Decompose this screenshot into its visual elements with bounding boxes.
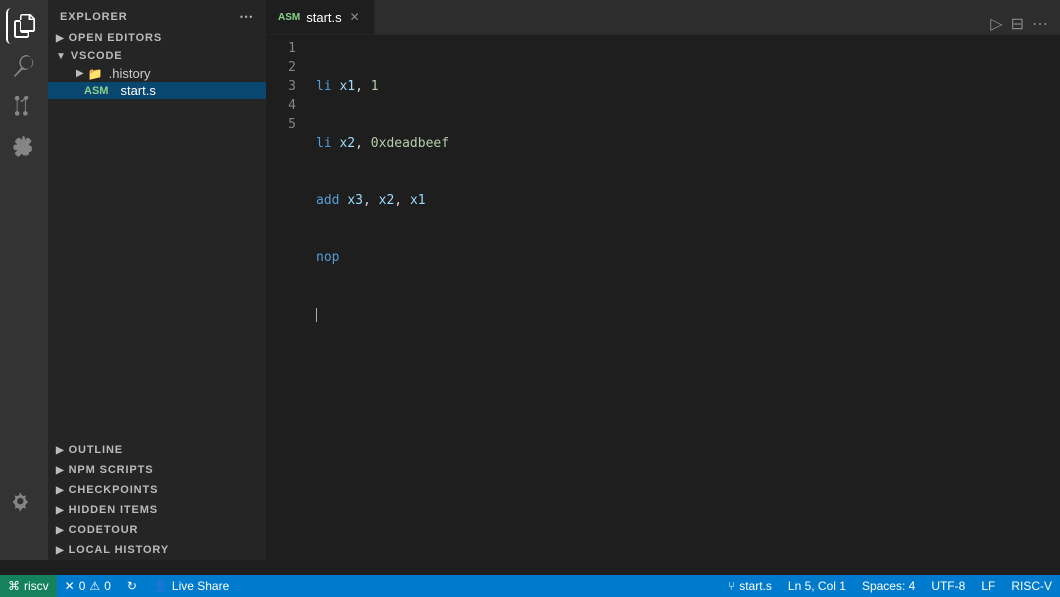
remote-label: riscv — [24, 579, 49, 593]
vscode-section-header[interactable]: ▼ VSCODE — [48, 47, 266, 65]
tab-start-s-label: start.s — [306, 10, 341, 25]
branch-label: start.s — [739, 579, 772, 593]
language-item[interactable]: RISC-V — [1003, 575, 1060, 597]
extensions-icon[interactable] — [6, 128, 42, 164]
npm-scripts-section[interactable]: ▶ NPM SCRIPTS — [48, 460, 266, 480]
code-line-1: li x1, 1 — [316, 77, 1050, 96]
sidebar-spacer — [48, 99, 266, 440]
npm-chevron: ▶ — [56, 465, 65, 476]
explorer-title-label: EXPLORER — [60, 11, 128, 23]
live-share-label: Live Share — [172, 579, 229, 593]
errors-warnings-item[interactable]: ✕ 0 ⚠ 0 — [57, 575, 119, 597]
encoding-item[interactable]: UTF-8 — [923, 575, 973, 597]
sidebar: EXPLORER ⋯ ▶ OPEN EDITORS ▼ VSCODE ▶ 📁 .… — [48, 0, 266, 560]
code-line-3: add x3, x2, x1 — [316, 191, 1050, 210]
open-editors-header[interactable]: ▶ OPEN EDITORS — [48, 29, 266, 47]
codetour-label: CODETOUR — [69, 524, 139, 536]
settings-icon[interactable] — [6, 484, 42, 520]
status-right: ⑂ start.s Ln 5, Col 1 Spaces: 4 UTF-8 LF… — [720, 575, 1060, 597]
activity-bar-bottom — [0, 484, 48, 520]
source-control-icon[interactable] — [6, 88, 42, 124]
branch-item[interactable]: ⑂ start.s — [720, 575, 780, 597]
error-icon: ✕ — [65, 579, 75, 593]
errors-count: 0 — [79, 579, 86, 593]
hidden-items-label: HIDDEN ITEMS — [69, 504, 158, 516]
sync-icon: ↻ — [127, 579, 137, 593]
folder-icon: 📁 — [88, 67, 103, 81]
language-label: RISC-V — [1011, 579, 1052, 593]
warnings-count: 0 — [104, 579, 111, 593]
history-label: .history — [109, 66, 151, 81]
vscode-label: VSCODE — [71, 50, 123, 62]
vscode-chevron: ▼ — [56, 51, 67, 62]
open-editors-chevron: ▶ — [56, 33, 65, 44]
status-bar: ⌘ riscv ✕ 0 ⚠ 0 ↻ 👤 Live Share ⑂ start.s… — [0, 575, 1060, 597]
tab-bar: ASM start.s ✕ ▷ ⊟ ⋯ — [266, 0, 1060, 35]
explorer-icon[interactable] — [6, 8, 42, 44]
line-ending-label: LF — [981, 579, 995, 593]
npm-label: NPM SCRIPTS — [69, 464, 154, 476]
spaces-label: Spaces: 4 — [862, 579, 915, 593]
code-line-5 — [316, 305, 1050, 324]
warning-icon: ⚠ — [89, 579, 100, 593]
run-icon[interactable]: ▷ — [990, 14, 1002, 34]
code-line-4: nop — [316, 248, 1050, 267]
live-share-item[interactable]: 👤 Live Share — [145, 575, 237, 597]
open-editors-label: OPEN EDITORS — [69, 32, 162, 44]
history-folder-item[interactable]: ▶ 📁 .history — [48, 65, 266, 82]
tab-asm-icon: ASM — [278, 12, 300, 23]
outline-label: OUTLINE — [69, 444, 123, 456]
local-history-label: LOCAL HISTORY — [69, 544, 169, 556]
status-left: ⌘ riscv ✕ 0 ⚠ 0 ↻ 👤 Live Share — [0, 575, 237, 597]
editor-area: ASM start.s ✕ ▷ ⊟ ⋯ 1 2 3 4 5 li x1, 1 l… — [266, 0, 1060, 560]
start-s-label: start.s — [120, 83, 155, 98]
checkpoints-section[interactable]: ▶ CHECKPOINTS — [48, 480, 266, 500]
branch-icon: ⑂ — [728, 579, 735, 593]
codetour-chevron: ▶ — [56, 525, 65, 536]
split-editor-icon[interactable]: ⊟ — [1011, 14, 1024, 34]
sync-item[interactable]: ↻ — [119, 575, 145, 597]
more-actions-icon[interactable]: ⋯ — [1032, 14, 1048, 34]
checkpoints-label: CHECKPOINTS — [69, 484, 159, 496]
encoding-label: UTF-8 — [931, 579, 965, 593]
activity-bar — [0, 0, 48, 560]
code-line-2: li x2, 0xdeadbeef — [316, 134, 1050, 153]
new-file-icon[interactable]: ⋯ — [239, 8, 254, 25]
codetour-section[interactable]: ▶ CODETOUR — [48, 520, 266, 540]
hidden-items-chevron: ▶ — [56, 505, 65, 516]
title-actions: ⋯ — [239, 8, 254, 25]
code-editor[interactable]: 1 2 3 4 5 li x1, 1 li x2, 0xdeadbeef add… — [266, 35, 1060, 560]
position-item[interactable]: Ln 5, Col 1 — [780, 575, 854, 597]
tab-start-s[interactable]: ASM start.s ✕ — [266, 0, 375, 34]
editor-scrollbar[interactable] — [1050, 35, 1060, 560]
local-history-section[interactable]: ▶ LOCAL HISTORY — [48, 540, 266, 560]
remote-badge[interactable]: ⌘ riscv — [0, 575, 57, 597]
code-content[interactable]: li x1, 1 li x2, 0xdeadbeef add x3, x2, x… — [306, 35, 1050, 560]
search-icon[interactable] — [6, 48, 42, 84]
checkpoints-chevron: ▶ — [56, 485, 65, 496]
history-chevron: ▶ — [76, 68, 84, 79]
tab-actions: ▷ ⊟ ⋯ — [990, 14, 1060, 34]
outline-section[interactable]: ▶ OUTLINE — [48, 440, 266, 460]
asm-file-icon: ASM — [84, 85, 108, 97]
tab-close-icon[interactable]: ✕ — [348, 8, 362, 26]
outline-chevron: ▶ — [56, 445, 65, 456]
spaces-item[interactable]: Spaces: 4 — [854, 575, 923, 597]
sidebar-title: EXPLORER ⋯ — [48, 0, 266, 29]
hidden-items-section[interactable]: ▶ HIDDEN ITEMS — [48, 500, 266, 520]
live-share-icon: 👤 — [153, 579, 168, 593]
position-label: Ln 5, Col 1 — [788, 579, 846, 593]
start-s-file-item[interactable]: ASM start.s — [48, 82, 266, 99]
local-history-chevron: ▶ — [56, 545, 65, 556]
remote-icon: ⌘ — [8, 579, 20, 593]
line-numbers: 1 2 3 4 5 — [266, 35, 306, 560]
line-ending-item[interactable]: LF — [973, 575, 1003, 597]
